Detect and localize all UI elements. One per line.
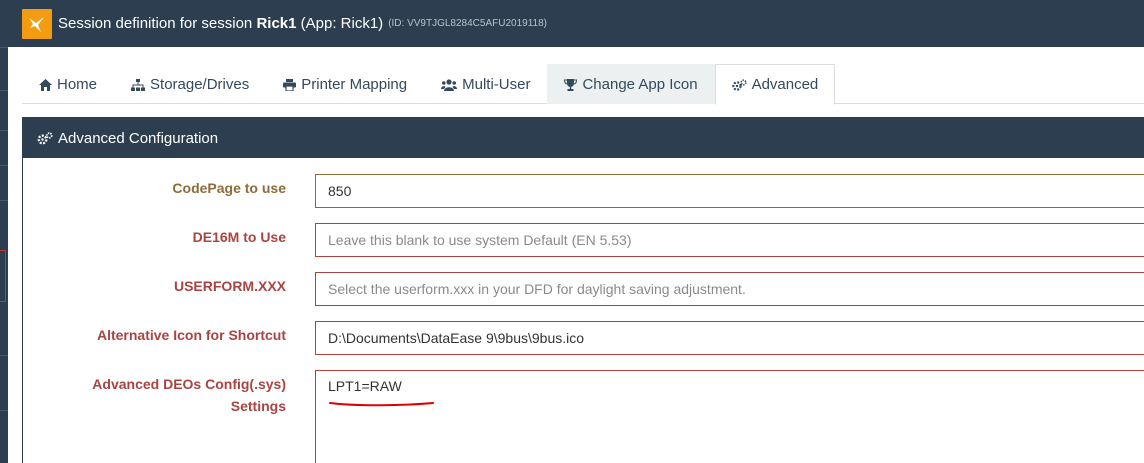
tab-change-app-icon[interactable]: Change App Icon bbox=[547, 64, 715, 104]
deos-config-textarea[interactable]: LPT1=RAW bbox=[315, 370, 1144, 463]
session-panel: Home Storage/Drives Printer Mapping Mult… bbox=[8, 47, 1144, 463]
users-icon bbox=[441, 78, 458, 91]
codepage-value: 850 bbox=[328, 183, 352, 199]
sitemap-icon bbox=[131, 78, 146, 91]
codepage-input[interactable]: 850 bbox=[315, 174, 1144, 208]
session-id: (ID: VV9TJGL8284C5AFU2019118) bbox=[388, 18, 547, 29]
title-bar: Session definition for session Rick1 (Ap… bbox=[8, 0, 1144, 47]
tab-home[interactable]: Home bbox=[22, 64, 114, 104]
tab-bar: Home Storage/Drives Printer Mapping Mult… bbox=[22, 64, 1144, 105]
cogs-icon bbox=[37, 131, 53, 145]
userform-placeholder: Select the userform.xxx in your DFD for … bbox=[328, 281, 746, 297]
tab-advanced[interactable]: Advanced bbox=[714, 64, 836, 105]
panel-title: Advanced Configuration bbox=[58, 129, 219, 147]
cogs-icon bbox=[731, 78, 747, 91]
tab-storage-drives[interactable]: Storage/Drives bbox=[114, 64, 266, 104]
panel-header: Advanced Configuration bbox=[23, 118, 1144, 158]
advanced-configuration-panel: Advanced Configuration CodePage to use 8… bbox=[22, 117, 1144, 463]
userform-input[interactable]: Select the userform.xxx in your DFD for … bbox=[315, 272, 1144, 306]
codepage-label: CodePage to use bbox=[172, 180, 286, 196]
deos-config-label: Advanced DEOs Config(.sys) Settings bbox=[92, 376, 286, 414]
tab-printer-mapping[interactable]: Printer Mapping bbox=[266, 64, 424, 104]
deos-config-value: LPT1=RAW bbox=[328, 378, 402, 394]
printer-icon bbox=[283, 78, 297, 91]
home-icon bbox=[39, 78, 52, 91]
alt-icon-input[interactable]: D:\Documents\DataEase 9\9bus\9bus.ico bbox=[315, 321, 1144, 355]
tab-multi-user[interactable]: Multi-User bbox=[424, 64, 547, 104]
session-name: Rick1 bbox=[256, 15, 297, 32]
red-underline-annotation bbox=[329, 402, 434, 407]
userform-label: USERFORM.XXX bbox=[173, 278, 286, 294]
de16m-label: DE16M to Use bbox=[192, 229, 286, 245]
de16m-input[interactable]: Leave this blank to use system Default (… bbox=[315, 223, 1144, 257]
window-title: Session definition for session Rick1 (Ap… bbox=[58, 15, 384, 32]
trophy-icon bbox=[564, 78, 578, 91]
alt-icon-label: Alternative Icon for Shortcut bbox=[96, 327, 286, 343]
app-logo-icon bbox=[22, 8, 52, 39]
alt-icon-value: D:\Documents\DataEase 9\9bus\9bus.ico bbox=[328, 330, 585, 346]
background-window-edge bbox=[0, 0, 8, 463]
de16m-placeholder: Leave this blank to use system Default (… bbox=[328, 232, 632, 248]
